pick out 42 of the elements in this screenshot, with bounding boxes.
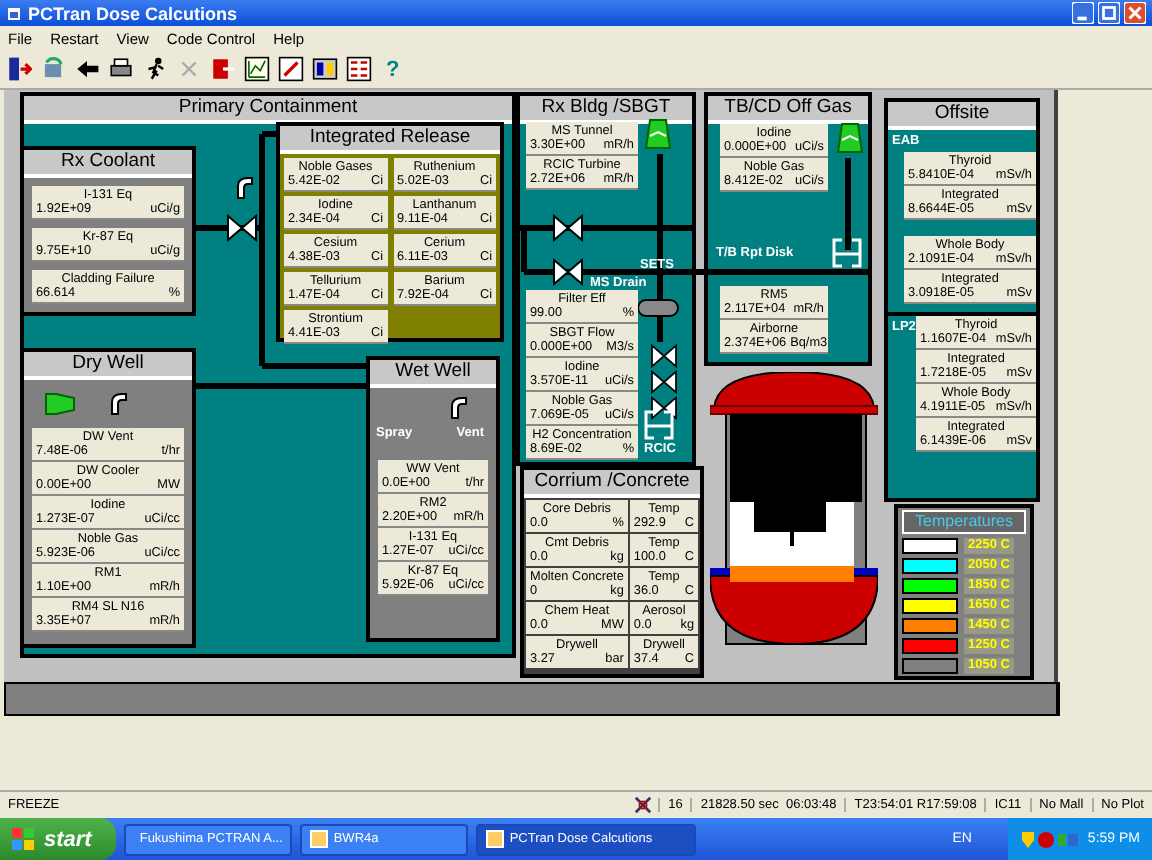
valve-icon [648, 370, 680, 394]
valve-icon [648, 344, 680, 368]
panel-title: Corrium /Concrete [524, 470, 700, 498]
runner-icon[interactable] [142, 56, 168, 82]
panel-title: Integrated Release [280, 126, 500, 154]
vent-icon [448, 396, 468, 420]
pipe [845, 158, 851, 250]
printer-icon[interactable] [108, 56, 134, 82]
list-icon[interactable] [346, 56, 372, 82]
minimize-button[interactable] [1072, 2, 1094, 24]
panel-title: Primary Containment [24, 96, 512, 124]
panel-title: Rx Coolant [24, 150, 192, 178]
valve-icon [552, 214, 584, 242]
vent-icon [234, 176, 254, 200]
vent-icon [108, 392, 128, 416]
valve-icon [552, 258, 584, 286]
panel-title: Offsite [888, 102, 1036, 130]
help-button[interactable]: ? [380, 57, 406, 81]
panel-title: Dry Well [24, 352, 192, 380]
valve-icon [226, 214, 258, 242]
window-title: PCTran Dose Calcutions [28, 3, 240, 23]
windows-logo-icon [12, 827, 36, 851]
tray-icons-drawing [1019, 829, 1080, 849]
exit-icon[interactable] [210, 56, 236, 82]
document-icon[interactable] [278, 56, 304, 82]
window-icon [485, 830, 504, 848]
valve-icon [648, 396, 680, 420]
panel-title: Rx Bldg /SBGT [520, 96, 692, 124]
maximize-button[interactable] [1098, 2, 1120, 24]
back-arrow-icon[interactable] [74, 56, 100, 82]
close-button[interactable] [1124, 2, 1146, 24]
panel-title: Wet Well [370, 360, 496, 388]
exit-door-icon[interactable] [6, 56, 32, 82]
panel-title: TB/CD Off Gas [708, 96, 868, 124]
chart-icon[interactable] [244, 56, 270, 82]
legend-title: Temperatures [902, 510, 1026, 534]
stack-icon [836, 122, 864, 154]
panel-icon[interactable] [312, 56, 338, 82]
stack-icon [644, 118, 672, 150]
window-icon [309, 830, 328, 848]
damper-icon [44, 392, 76, 416]
app-icon [6, 5, 22, 21]
